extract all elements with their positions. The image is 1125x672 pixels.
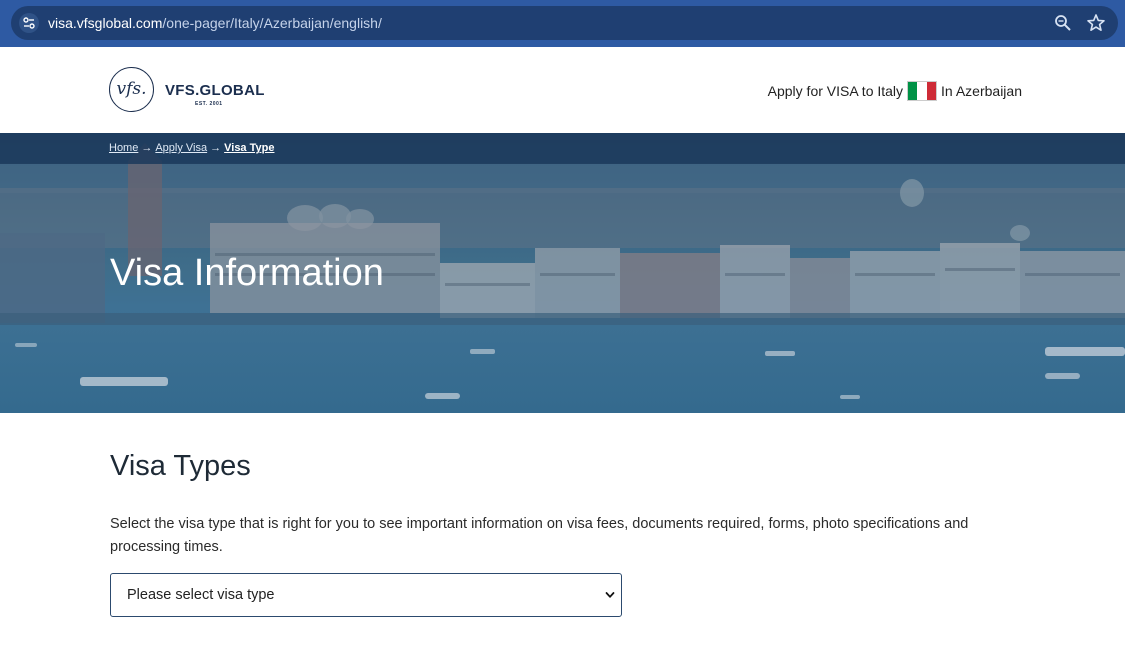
visa-type-select-value: Please select visa type [127,587,275,603]
breadcrumb-bar: Home → Apply Visa → Visa Type [0,133,1125,164]
site-settings-icon[interactable] [19,13,39,33]
section-description: Select the visa type that is right for y… [110,516,969,555]
location-text: In Azerbaijan [941,83,1022,99]
address-bar[interactable]: visa.vfsglobal.com/one-pager/Italy/Azerb… [11,6,1118,40]
bookmark-star-icon[interactable] [1086,13,1106,33]
breadcrumb-separator: → [141,142,153,154]
chevron-down-icon [605,592,615,598]
url-path: /one-pager/Italy/Azerbaijan/english/ [162,15,382,31]
url-text[interactable]: visa.vfsglobal.com/one-pager/Italy/Azerb… [48,6,382,40]
zoom-icon[interactable] [1054,14,1072,32]
section-title: Visa Types [110,450,251,482]
visa-type-select[interactable]: Please select visa type [110,573,622,617]
breadcrumb-current-visa-type[interactable]: Visa Type [224,142,274,154]
logo-mark: vfs. [109,67,154,112]
browser-toolbar: visa.vfsglobal.com/one-pager/Italy/Azerb… [0,0,1125,47]
breadcrumb: Home → Apply Visa → Visa Type [109,133,274,164]
apply-visa-info: Apply for VISA to Italy In Azerbaijan [768,80,1022,102]
italy-flag-icon [907,81,938,101]
hero-title: Visa Information [110,252,384,294]
url-domain: visa.vfsglobal.com [48,15,163,31]
vfs-global-logo[interactable]: vfs. VFS.GLOBAL EST. 2001 [109,66,269,118]
apply-text: Apply for VISA to Italy [767,83,904,99]
site-header: vfs. VFS.GLOBAL EST. 2001 Apply for VISA… [0,47,1125,133]
breadcrumb-home-link[interactable]: Home [109,142,138,154]
breadcrumb-separator: → [210,142,222,154]
logo-est: EST. 2001 [195,101,223,107]
breadcrumb-apply-visa-link[interactable]: Apply Visa [155,142,207,154]
logo-name: VFS.GLOBAL [165,82,265,99]
hero-banner: Home → Apply Visa → Visa Type Visa Informati… [0,133,1125,413]
